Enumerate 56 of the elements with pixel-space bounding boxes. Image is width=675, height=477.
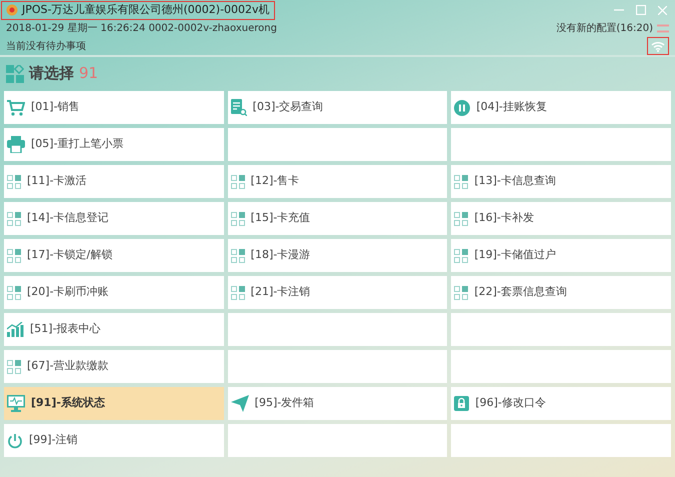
bar-chart-icon: [7, 322, 24, 337]
menu-tile[interactable]: [21]-卡注销: [228, 276, 448, 309]
menu-tile[interactable]: [15]-卡充值: [228, 202, 448, 235]
header-title: 请选择: [29, 63, 74, 84]
menu-tile[interactable]: [95]-发件箱: [228, 387, 448, 420]
grid-icon: [7, 174, 21, 188]
grid-icon: [454, 212, 468, 226]
menu-tile[interactable]: [18]-卡漫游: [228, 239, 448, 272]
lock-icon: [454, 396, 470, 411]
maximize-icon[interactable]: [636, 5, 646, 15]
pause-icon: [454, 100, 470, 116]
menu-tile[interactable]: [20]-卡刷币冲账: [4, 276, 224, 309]
selection-code: 91: [79, 63, 98, 84]
grid-icon: [454, 248, 468, 262]
menu-tile[interactable]: [96]-修改口令: [451, 387, 671, 420]
menu-tile[interactable]: [14]-卡信息登记: [4, 202, 224, 235]
menu-tile[interactable]: [03]-交易查询: [228, 91, 448, 124]
grid-icon: [454, 174, 468, 188]
wifi-icon: [647, 37, 669, 55]
app-logo-icon: [6, 4, 18, 16]
menu-tile[interactable]: [11]-卡激活: [4, 165, 224, 198]
grid-icon: [7, 286, 21, 300]
pending-tasks-text: 当前没有待办事项: [6, 40, 86, 54]
grid-icon: [454, 286, 468, 300]
close-icon[interactable]: [658, 6, 667, 14]
menu-icon[interactable]: [657, 24, 669, 33]
window-title: JPOS-万达儿童娱乐有限公司德州(0002)-0002v机: [1, 0, 275, 20]
menu-tile[interactable]: [99]-注销: [4, 424, 224, 457]
menu-tile[interactable]: [01]-销售: [4, 91, 224, 124]
menu-tile[interactable]: [16]-卡补发: [451, 202, 671, 235]
printer-icon: [7, 136, 25, 153]
menu-tile[interactable]: [12]-售卡: [228, 165, 448, 198]
cart-icon: [7, 100, 25, 116]
grid-icon: [230, 212, 245, 226]
menu-tile[interactable]: [13]-卡信息查询: [451, 165, 671, 198]
config-status-text: 没有新的配置(16:20): [556, 22, 653, 36]
grid-icon: [230, 174, 245, 188]
menu-tile[interactable]: [91]-系统状态: [4, 387, 224, 420]
menu-tile[interactable]: [17]-卡锁定/解锁: [4, 239, 224, 272]
power-icon: [7, 432, 23, 448]
menu-tile[interactable]: [22]-套票信息查询: [451, 276, 671, 309]
grid-icon: [7, 212, 21, 226]
datetime-text: 2018-01-29 星期一 16:26:24 0002-0002v-zhaoxuerong: [6, 22, 277, 36]
tiles-icon: [6, 64, 24, 82]
grid-icon: [230, 286, 245, 300]
menu-tile[interactable]: [19]-卡储值过户: [451, 239, 671, 272]
menu-tile[interactable]: [05]-重打上笔小票: [4, 128, 224, 161]
grid-icon: [7, 248, 21, 262]
grid-icon: [7, 360, 21, 374]
grid-icon: [230, 248, 245, 262]
menu-tile[interactable]: [51]-报表中心: [4, 313, 224, 346]
paper-plane-icon: [230, 395, 249, 412]
menu-tile[interactable]: [04]-挂账恢复: [451, 91, 671, 124]
document-search-icon: [230, 99, 247, 116]
monitor-icon: [7, 395, 25, 412]
menu-tile[interactable]: [67]-营业款缴款: [4, 350, 224, 383]
